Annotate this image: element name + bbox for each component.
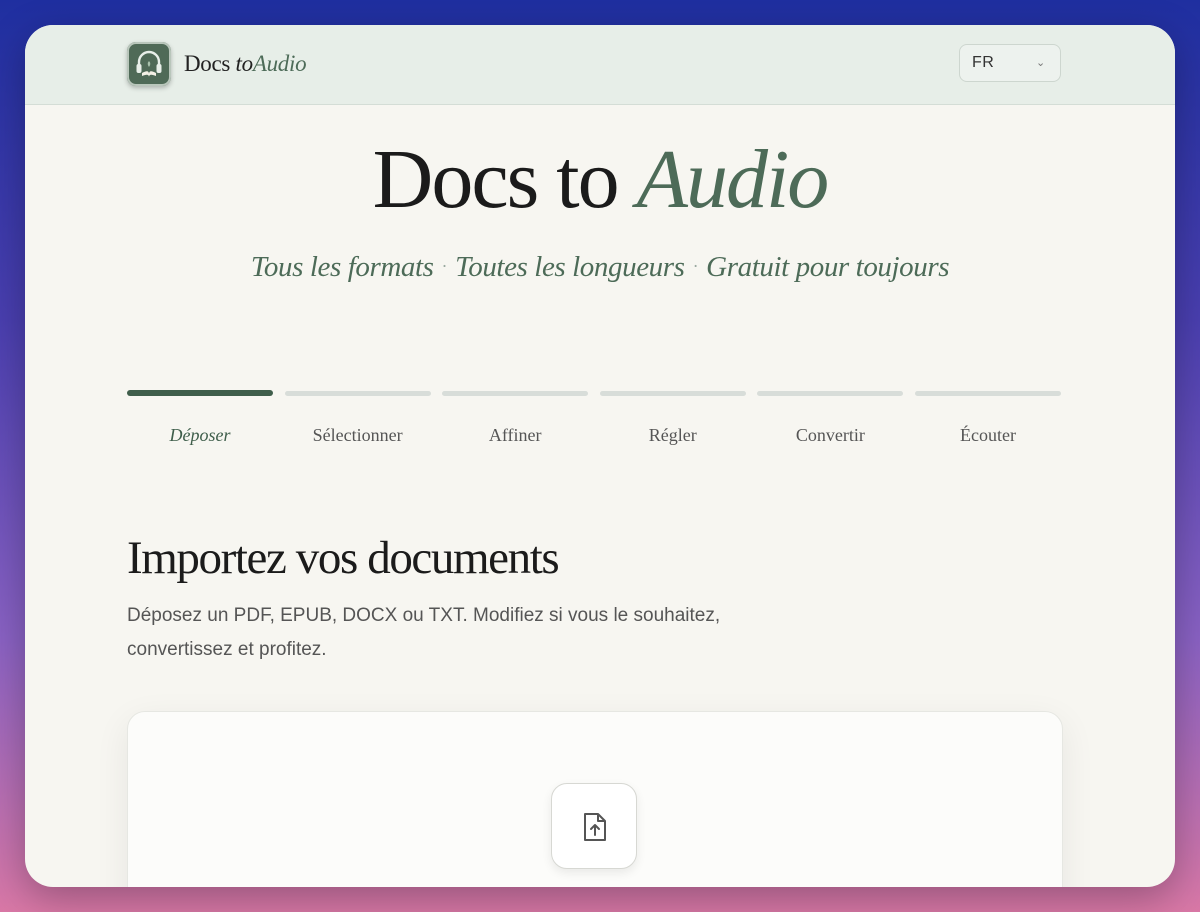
- step-bar: [127, 390, 273, 396]
- tagline-item: Toutes les longueurs: [455, 251, 685, 283]
- upload-button[interactable]: [551, 783, 637, 869]
- progress-steps: Déposer Sélectionner Affiner Régler Conv…: [127, 389, 1061, 449]
- title-main: Docs to: [372, 133, 620, 226]
- tagline-separator: ·: [692, 256, 699, 276]
- tagline-item: Tous les formats: [250, 251, 434, 283]
- step-convertir[interactable]: Convertir: [757, 389, 904, 449]
- step-label: Écouter: [960, 425, 1016, 445]
- section-title: Importez vos documents: [127, 532, 560, 584]
- language-select[interactable]: FR ⌄: [959, 44, 1061, 82]
- brand-wordmark[interactable]: Docs toAudio: [184, 49, 307, 79]
- step-affiner[interactable]: Affiner: [442, 389, 589, 449]
- step-bar: [915, 391, 1061, 396]
- section-description: Déposez un PDF, EPUB, DOCX ou TXT. Modif…: [127, 605, 721, 660]
- step-bar: [442, 391, 589, 396]
- top-bar: Docs toAudio FR ⌄: [25, 25, 1175, 105]
- step-ecouter[interactable]: Écouter: [915, 389, 1061, 449]
- step-bar: [757, 391, 904, 396]
- brand-main: Docs: [184, 51, 231, 76]
- app-logo[interactable]: [127, 42, 171, 86]
- step-selectionner[interactable]: Sélectionner: [284, 389, 431, 449]
- tagline-item: Gratuit pour toujours: [706, 251, 950, 283]
- step-bar: [284, 391, 431, 396]
- tagline-separator: ·: [441, 256, 448, 276]
- file-upload-icon: [584, 813, 606, 841]
- chevron-down-icon: ⌄: [1036, 56, 1046, 69]
- step-deposer[interactable]: Déposer: [127, 389, 273, 449]
- tagline: Tous les formats · Toutes les longueurs · Gr…: [25, 251, 1175, 284]
- headphones-book-icon: [136, 50, 162, 77]
- brand-to: to: [235, 51, 254, 76]
- app-window: Docs toAudio FR ⌄ Docs to Audio Tous les…: [25, 25, 1175, 887]
- brand-accent: Audio: [252, 51, 307, 76]
- title-accent: Audio: [636, 133, 830, 226]
- file-dropzone[interactable]: [127, 711, 1063, 887]
- language-value: FR: [972, 54, 995, 71]
- page-title: Docs to Audio: [25, 130, 1175, 230]
- step-bar: [599, 391, 746, 396]
- step-regler[interactable]: Régler: [599, 389, 746, 449]
